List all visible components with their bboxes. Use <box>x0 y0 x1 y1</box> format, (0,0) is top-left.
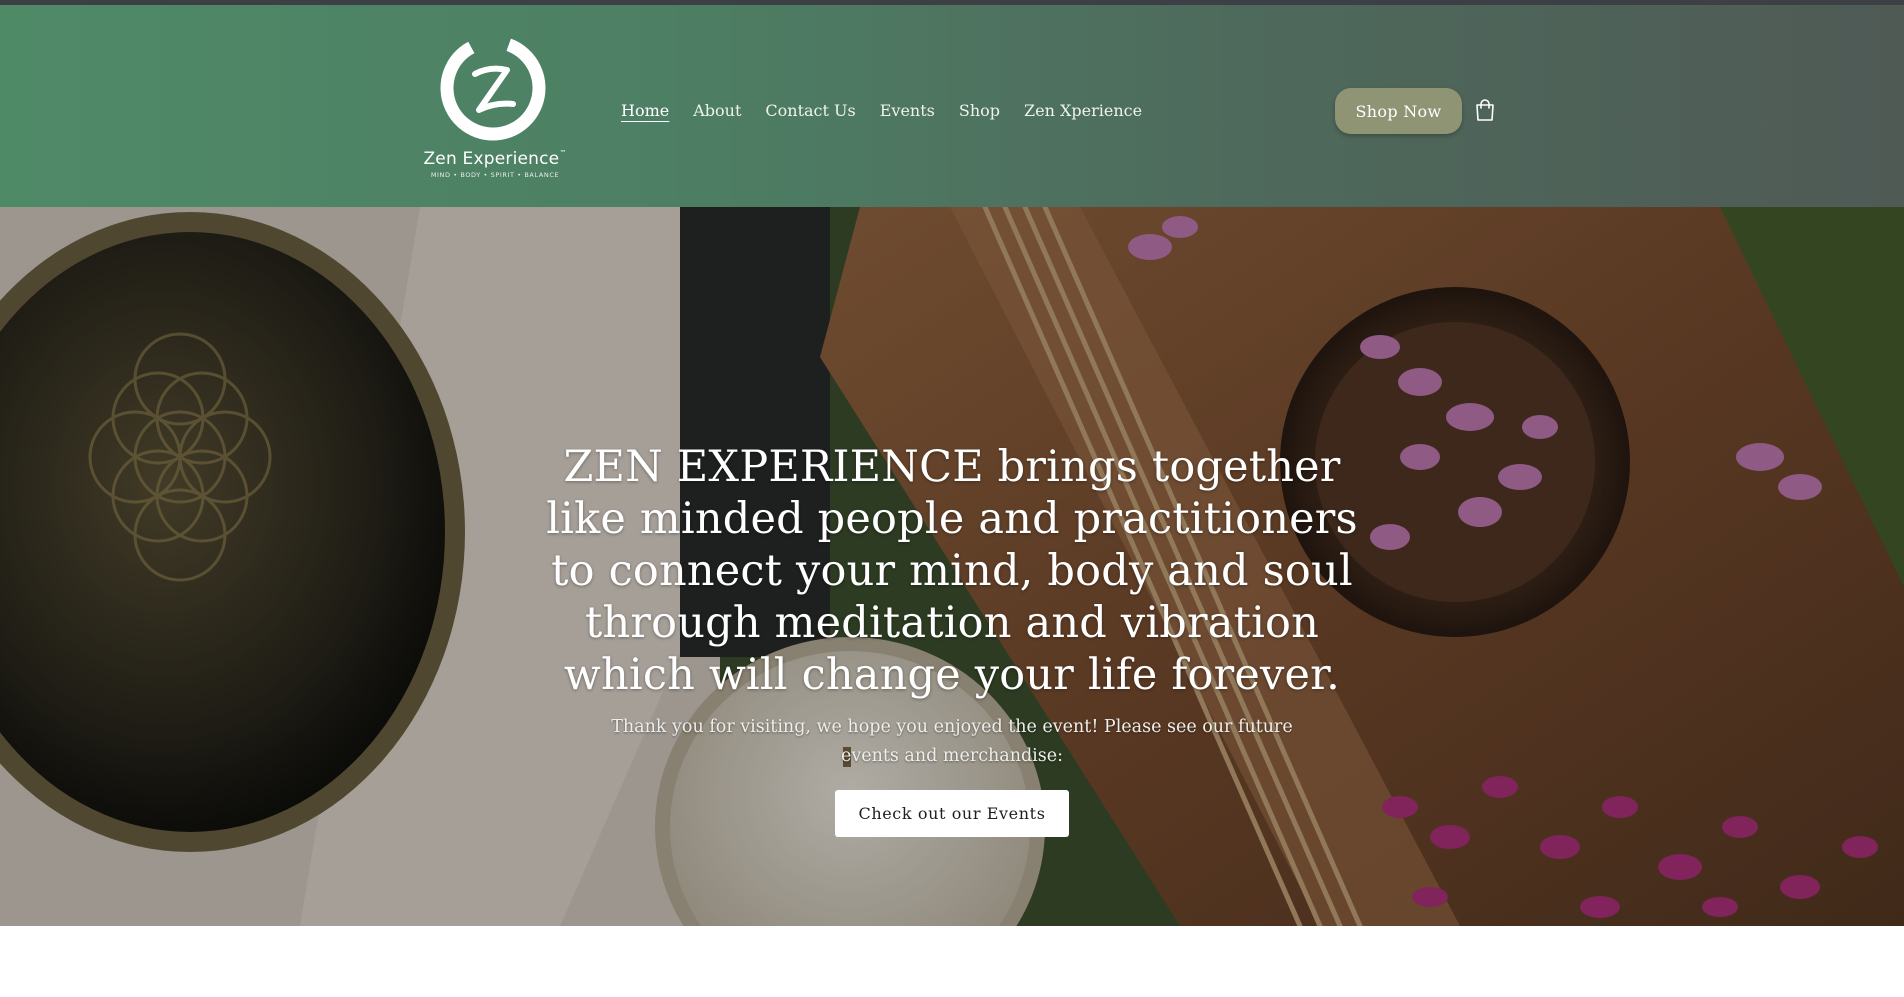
hero-heading: ZEN EXPERIENCE brings together like mind… <box>546 442 1358 700</box>
site-header: Zen Experience™ MIND • BODY • SPIRIT • B… <box>0 5 1904 207</box>
zen-enso-logo-icon <box>440 35 546 141</box>
main-nav: Home About Contact Us Events Shop Zen Xp… <box>621 95 1166 125</box>
logo-tagline: MIND • BODY • SPIRIT • BALANCE <box>430 171 560 179</box>
hero-banner: ZEN EXPERIENCE brings together like mind… <box>0 207 1904 926</box>
nav-shop[interactable]: Shop <box>959 101 1000 120</box>
nav-contact-us[interactable]: Contact Us <box>765 101 855 120</box>
nav-home[interactable]: Home <box>621 101 669 120</box>
nav-about[interactable]: About <box>693 101 741 120</box>
logo-wordmark: Zen Experience™ <box>423 149 567 169</box>
hero-subtext: Thank you for visiting, we hope you enjo… <box>611 717 1293 766</box>
site-logo[interactable]: Zen Experience™ MIND • BODY • SPIRIT • B… <box>410 30 580 185</box>
shopping-bag-icon[interactable] <box>1472 97 1498 123</box>
nav-events[interactable]: Events <box>880 101 935 120</box>
nav-zen-xperience[interactable]: Zen Xperience <box>1024 101 1142 120</box>
shop-now-button[interactable]: Shop Now <box>1335 88 1462 134</box>
check-out-events-button[interactable]: Check out our Events <box>835 790 1069 837</box>
